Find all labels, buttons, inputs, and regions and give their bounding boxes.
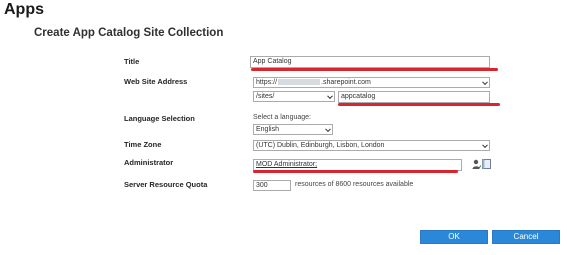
quota-label: Server Resource Quota — [124, 180, 208, 189]
quota-availability: resources of 8600 resources available — [295, 181, 414, 188]
highlight-underline — [251, 68, 498, 71]
language-label: Language Selection — [124, 114, 195, 123]
cancel-button[interactable]: Cancel — [492, 230, 560, 244]
app-title: Apps — [4, 1, 44, 18]
url-value: appcatalog — [341, 93, 376, 100]
quota-field[interactable]: 300 — [253, 180, 291, 191]
quota-value: 300 — [256, 182, 268, 189]
chevron-down-icon — [482, 78, 488, 85]
address-book-icon[interactable] — [482, 159, 491, 169]
check-names-icon[interactable] — [472, 159, 481, 170]
highlight-underline — [253, 170, 458, 173]
title-label: Title — [124, 57, 140, 66]
chevron-down-icon — [325, 125, 331, 132]
timezone-label: Time Zone — [124, 140, 162, 149]
timezone-selected: (UTC) Dublin, Edinburgh, Lisbon, London — [256, 142, 385, 149]
web-address-label: Web Site Address — [124, 77, 188, 86]
timezone-select[interactable]: (UTC) Dublin, Edinburgh, Lisbon, London — [253, 140, 490, 151]
path-select[interactable]: /sites/ — [253, 91, 335, 102]
chevron-down-icon — [482, 141, 488, 148]
highlight-underline — [338, 103, 500, 106]
title-value: App Catalog — [253, 58, 292, 65]
redacted-tenant — [278, 79, 321, 86]
administrator-label: Administrator — [124, 158, 174, 167]
page-title: Create App Catalog Site Collection — [34, 27, 224, 39]
language-selected: English — [256, 126, 279, 133]
title-field[interactable]: App Catalog — [250, 56, 490, 68]
domain-prefix: https:// — [256, 79, 278, 86]
domain-suffix: .sharepoint.com — [321, 79, 371, 86]
domain-select[interactable]: https:// .sharepoint.com — [253, 77, 490, 88]
language-select[interactable]: English — [253, 124, 333, 135]
administrator-value: MOD Administrator; — [256, 161, 318, 168]
path-selected: /sites/ — [256, 93, 275, 100]
ok-button[interactable]: OK — [420, 230, 488, 244]
chevron-down-icon — [327, 92, 333, 99]
url-field[interactable]: appcatalog — [338, 91, 490, 103]
language-hint: Select a language: — [253, 114, 311, 121]
